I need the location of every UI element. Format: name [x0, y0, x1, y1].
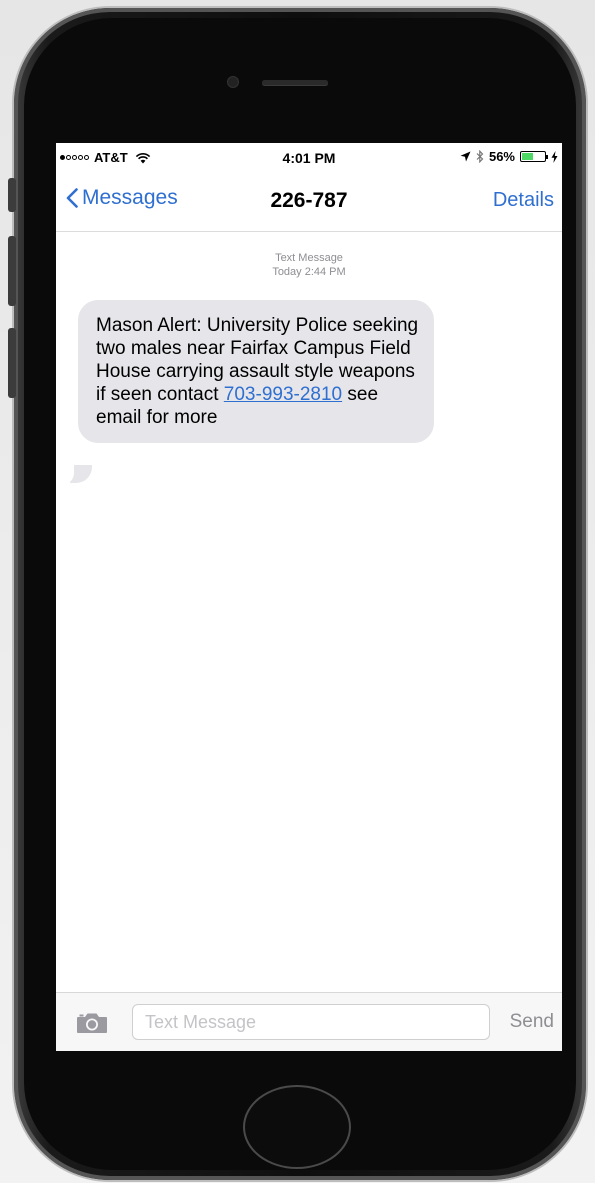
message-timestamp: Text Message Today 2:44 PM	[56, 251, 562, 279]
camera-icon[interactable]	[76, 1012, 108, 1034]
location-icon	[460, 151, 471, 162]
screen: AT&T 4:01 PM 56% Messages 226-787 Detail…	[56, 143, 562, 1051]
navigation-bar: Messages 226-787 Details	[56, 171, 562, 232]
earpiece-speaker	[262, 80, 328, 85]
status-bar: AT&T 4:01 PM 56%	[56, 143, 562, 171]
status-right: 56%	[460, 149, 558, 164]
volume-down-button	[8, 328, 16, 398]
charging-icon	[551, 150, 558, 163]
battery-icon	[520, 151, 548, 162]
details-button[interactable]: Details	[493, 189, 554, 212]
battery-fill	[522, 153, 534, 160]
battery-percent: 56%	[488, 149, 515, 164]
message-type-label: Text Message	[275, 252, 343, 264]
message-input[interactable]	[132, 1004, 490, 1040]
home-button[interactable]	[243, 1085, 351, 1169]
bluetooth-icon	[476, 150, 484, 163]
front-camera	[228, 77, 238, 87]
mute-switch	[8, 178, 16, 212]
back-button-label: Messages	[82, 186, 178, 209]
volume-up-button	[8, 236, 16, 306]
compose-bar: Send	[56, 992, 562, 1051]
phone-number-link[interactable]: 703-993-2810	[224, 384, 342, 405]
back-button[interactable]: Messages	[66, 186, 178, 210]
message-time-label: Today 2:44 PM	[272, 266, 346, 278]
send-button[interactable]: Send	[510, 1011, 554, 1033]
stage: AT&T 4:01 PM 56% Messages 226-787 Detail…	[0, 0, 595, 1183]
chevron-left-icon	[66, 188, 78, 208]
incoming-message-bubble[interactable]: Mason Alert: University Police seeking t…	[78, 300, 434, 443]
